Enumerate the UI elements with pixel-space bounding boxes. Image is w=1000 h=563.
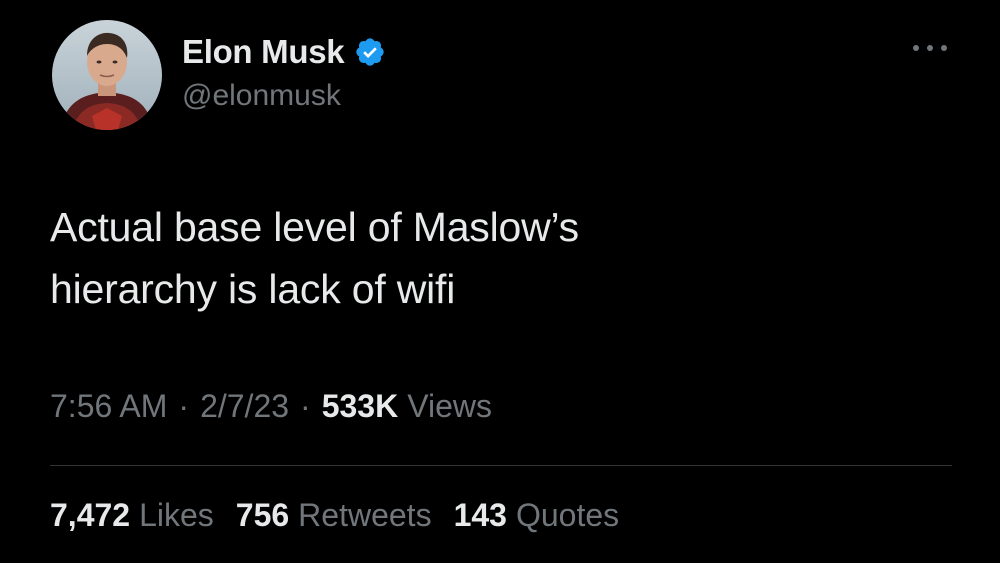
quotes-label: Quotes	[515, 497, 620, 533]
retweets-count: 756	[235, 497, 290, 533]
more-options-icon[interactable]	[908, 36, 952, 60]
retweets-label: Retweets	[298, 497, 432, 533]
meta-separator: ·	[300, 388, 311, 424]
author-name-row[interactable]: Elon Musk	[182, 30, 386, 74]
tweet-text-line-2: hierarchy is lack of wifi	[50, 266, 456, 312]
tweet-meta: 7:56 AM · 2/7/23 · 533K Views	[50, 388, 492, 425]
retweets-stat[interactable]: 756 Retweets	[236, 497, 432, 534]
author-name: Elon Musk	[182, 33, 345, 70]
author-handle[interactable]: @elonmusk	[182, 79, 341, 113]
likes-label: Likes	[139, 497, 214, 533]
avatar[interactable]	[52, 20, 162, 130]
tweet-date[interactable]: 2/7/23	[200, 388, 289, 425]
likes-count: 7,472	[50, 497, 131, 533]
tweet-card: Elon Musk @elonmusk Actual base level of…	[0, 0, 1000, 563]
views-label: Views	[407, 388, 492, 424]
divider	[50, 465, 952, 466]
tweet-time[interactable]: 7:56 AM	[50, 388, 167, 425]
meta-separator: ·	[178, 388, 190, 424]
tweet-stats: 7,472 Likes 756 Retweets 143 Quotes	[50, 497, 641, 534]
quotes-count: 143	[453, 497, 507, 533]
avatar-image	[52, 20, 162, 130]
likes-stat[interactable]: 7,472 Likes	[50, 497, 214, 534]
quotes-stat[interactable]: 143 Quotes	[454, 497, 620, 534]
views-count: 533K	[321, 388, 399, 424]
verified-badge-icon	[354, 36, 386, 68]
tweet-text: Actual base level of Maslow’s hierarchy …	[50, 196, 930, 320]
tweet-text-line-1: Actual base level of Maslow’s	[50, 204, 579, 250]
